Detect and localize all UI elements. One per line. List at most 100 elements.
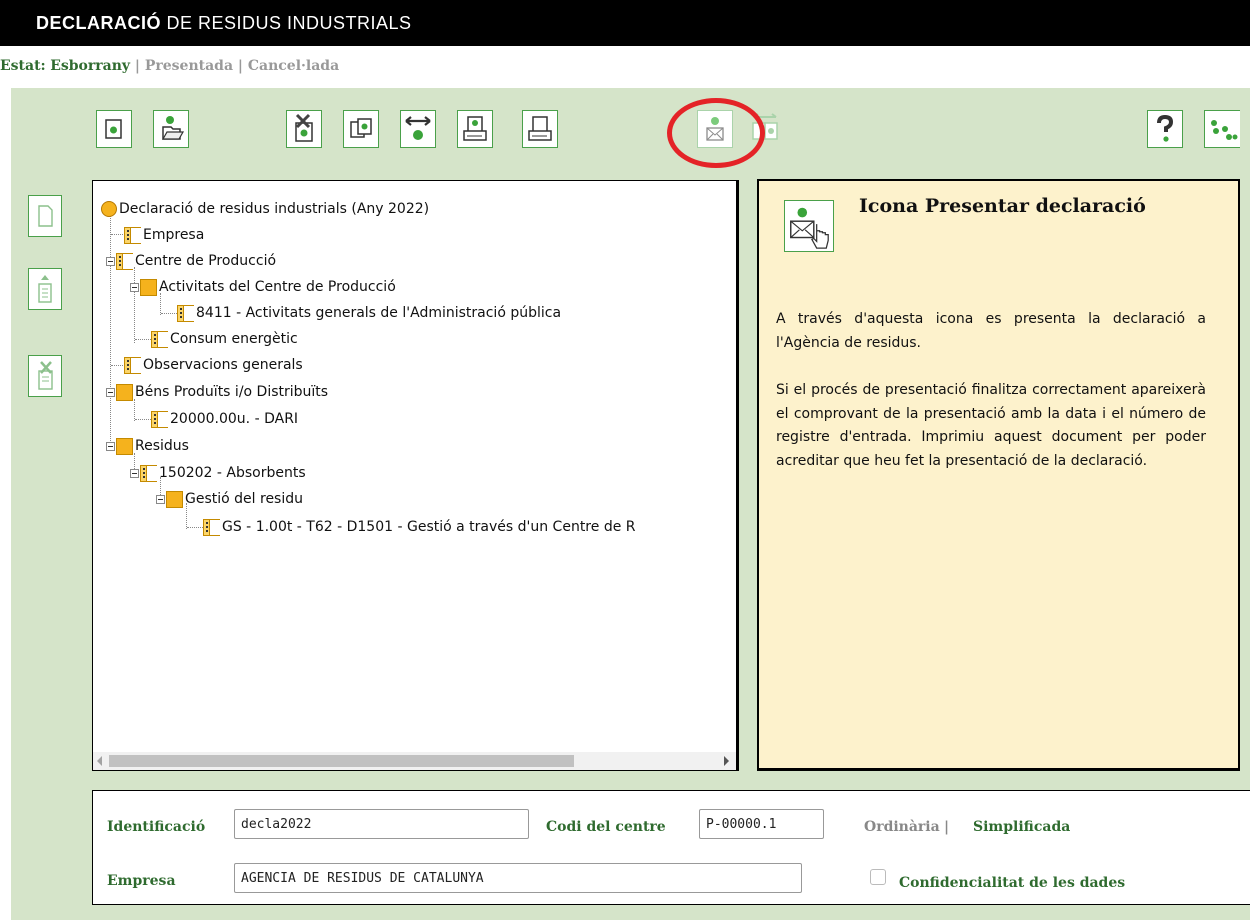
status-separator: | [233,58,248,74]
tree-node-label: Empresa [143,227,205,243]
empresa-label: Empresa [107,873,176,889]
horizontal-scrollbar[interactable] [93,752,736,770]
status-label: Estat: [0,58,46,74]
status-presentada: Presentada [144,58,234,74]
tree-node-label: 150202 - Absorbents [159,465,306,481]
empresa-input[interactable] [234,863,802,893]
confidencialitat-label: Confidencialitat de les dades [899,875,1126,891]
form-icon [124,226,141,244]
form-icon [151,410,168,428]
folder-icon [116,383,133,401]
tree-node-gestio-item[interactable]: GS - 1.00t - T62 - D1501 - Gestió a trav… [203,516,636,538]
tree-node-consum[interactable]: Consum energètic [151,328,298,350]
tipus-ordinaria[interactable]: Ordinària [864,819,940,835]
blank-page-icon [38,205,53,227]
print-preview-button[interactable] [457,110,493,148]
title-bar: DECLARACIÓ DE RESIDUS INDUSTRIALS [0,0,1250,46]
help-icon [1157,114,1174,142]
folder-icon [116,437,133,455]
form-icon [140,464,157,482]
status-line: Estat: Esborrany | Presentada | Cancel·l… [0,58,339,80]
tree-node-empresa[interactable]: Empresa [124,224,204,246]
side-new-button[interactable] [28,195,62,237]
help-paragraph-1: A través d'aquesta icona es presenta la … [776,311,1206,351]
tree-node-label: Declaració de residus industrials (Any 2… [119,201,430,217]
move-button[interactable] [400,110,436,148]
tree-guide [161,313,177,314]
submit-declaration-icon [790,207,829,249]
tree-node-label: 8411 - Activitats generals de l'Administ… [196,305,562,321]
form-icon [151,330,168,348]
declaration-form: Identificació Codi del centre Ordinària … [92,790,1250,905]
tree-node-label: Consum energètic [170,331,298,347]
new-declaration-icon [105,119,122,139]
tree-guide [187,527,203,528]
tree-node-bens-item[interactable]: 20000.00u. - DARI [151,408,298,430]
tree-node-activitats[interactable]: Activitats del Centre de Producció [130,276,396,298]
codi-centre-input[interactable] [699,809,824,839]
collapse-icon[interactable] [156,494,165,504]
help-paragraph-2: Si el procés de presentació finalitza co… [776,382,1206,469]
scrollbar-thumb[interactable] [109,755,574,767]
help-panel: Icona Presentar declaració A través d'aq… [757,179,1240,771]
tree-node-observacions[interactable]: Observacions generals [124,354,303,376]
collapse-icon[interactable] [106,256,115,266]
tree-guide [135,419,151,420]
side-upload-button[interactable] [28,268,62,310]
tree-node-bens[interactable]: Béns Produïts i/o Distribuïts [106,381,328,403]
print-icon [528,116,552,141]
help-button[interactable] [1147,110,1183,148]
scroll-right-icon[interactable] [724,756,729,766]
collapse-icon[interactable] [130,282,139,292]
new-declaration-button[interactable] [96,110,132,148]
tipus-separator: | [944,819,950,835]
app-title: DECLARACIÓ DE RESIDUS INDUSTRIALS [36,13,412,33]
identificacio-label: Identificació [107,819,206,835]
print-preview-icon [463,116,487,141]
confidencialitat-checkbox[interactable] [870,869,886,885]
tree-node-residu-150202[interactable]: 150202 - Absorbents [130,462,306,484]
tree-node-label: 20000.00u. - DARI [170,411,299,427]
tree-guide [111,234,125,235]
tree-node-label: Residus [135,438,189,454]
form-icon [116,252,133,270]
upload-doc-icon [38,275,52,303]
tipus-simplificada[interactable]: Simplificada [973,819,1070,835]
tree-node-label: GS - 1.00t - T62 - D1501 - Gestió a trav… [222,519,636,535]
tree-node-gestio[interactable]: Gestió del residu [156,488,303,510]
move-node-icon [405,116,431,140]
collapse-icon[interactable] [106,387,115,397]
collapse-icon[interactable] [130,468,139,478]
help-title: Icona Presentar declaració [859,195,1146,217]
help-icon-box [784,200,834,252]
delete-node-icon [295,113,313,142]
form-icon [203,518,220,536]
tree-node-centre[interactable]: Centre de Producció [106,250,276,272]
side-delete-button[interactable] [28,355,62,397]
copy-icon [350,118,372,138]
tree-node-label: Béns Produïts i/o Distribuïts [135,384,329,400]
folder-icon [166,490,183,508]
tree-guide [110,205,111,449]
tree-node-activitat-8411[interactable]: 8411 - Activitats generals de l'Administ… [177,302,561,324]
open-button[interactable] [153,110,189,148]
declaration-tree: Declaració de residus industrials (Any 2… [92,180,739,771]
codi-centre-label: Codi del centre [546,819,666,835]
tree-guide [135,339,151,340]
copy-button[interactable] [343,110,379,148]
print-button[interactable] [522,110,558,148]
footsteps-icon [1211,120,1238,140]
open-folder-icon [161,116,185,140]
footsteps-button[interactable] [1204,110,1240,148]
scroll-left-icon[interactable] [97,756,102,766]
status-separator: | [130,58,145,74]
identificacio-input[interactable] [234,809,529,839]
delete-doc-icon [38,361,53,390]
tree-node-label: Gestió del residu [185,491,303,507]
tree-node-residus[interactable]: Residus [106,435,189,457]
tree-node-root[interactable]: Declaració de residus industrials (Any 2… [101,198,429,220]
collapse-icon[interactable] [106,441,115,451]
delete-button[interactable] [286,110,322,148]
tree-node-label: Observacions generals [143,357,303,373]
declaration-icon [101,201,117,217]
